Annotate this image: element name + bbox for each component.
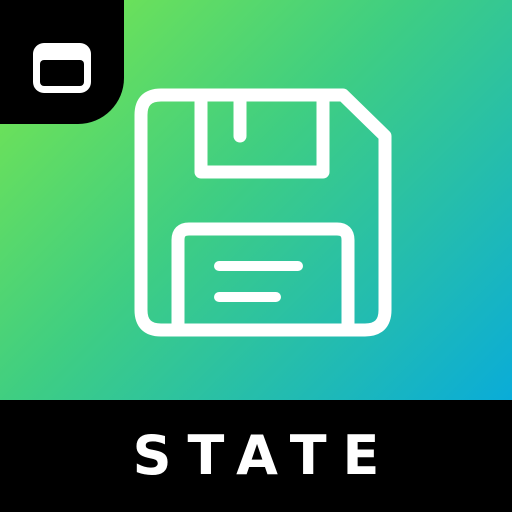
corner-badge — [0, 0, 124, 124]
browser-window-icon — [33, 43, 91, 93]
label-bar: STATE — [0, 400, 512, 512]
app-label: STATE — [132, 424, 396, 487]
floppy-disk-save-icon — [134, 88, 392, 337]
icon-artwork — [0, 0, 512, 400]
app-icon[interactable]: STATE — [0, 0, 512, 512]
